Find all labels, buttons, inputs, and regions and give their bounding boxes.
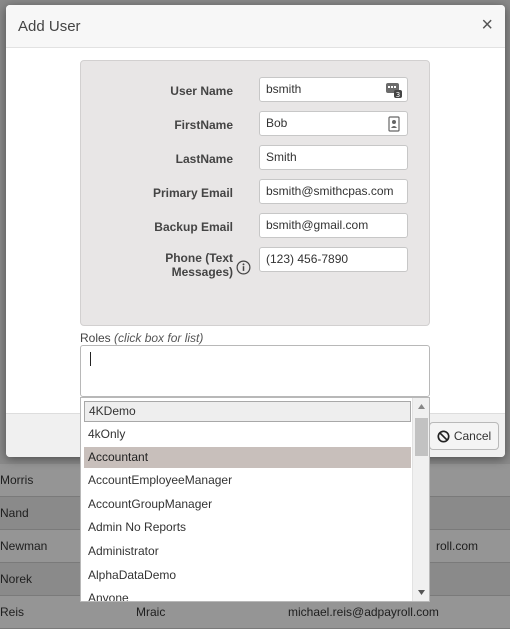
backup-email-row: Backup Email bsmith@gmail.com <box>81 213 429 239</box>
roles-hint: (click box for list) <box>114 331 204 345</box>
role-option[interactable]: Administrator <box>84 541 411 562</box>
phone-label-line2: Messages) <box>171 265 233 279</box>
last-name-value: Smith <box>266 150 297 164</box>
last-name-label: LastName <box>175 152 233 166</box>
first-name-label: FirstName <box>174 118 233 132</box>
text-caret <box>90 352 91 366</box>
phone-field[interactable]: (123) 456-7890 <box>259 247 408 272</box>
role-option[interactable]: 4KDemo <box>84 401 411 422</box>
role-option-selected[interactable]: Accountant <box>84 447 411 468</box>
phone-value: (123) 456-7890 <box>266 252 349 266</box>
cancel-icon <box>437 429 450 443</box>
dropdown-scrollbar[interactable] <box>412 398 429 601</box>
table-cell: Reis <box>0 605 25 619</box>
backup-email-field[interactable]: bsmith@gmail.com <box>259 213 408 238</box>
scroll-down-arrow-icon[interactable] <box>417 588 426 596</box>
first-name-value: Bob <box>266 116 288 130</box>
primary-email-value: bsmith@smithcpas.com <box>266 184 394 198</box>
backup-email-value: bsmith@gmail.com <box>266 218 369 232</box>
role-option[interactable]: Anyone <box>84 588 411 601</box>
table-cell: michael.reis@adpayroll.com <box>288 605 439 619</box>
primary-email-row: Primary Email bsmith@smithcpas.com <box>81 179 429 205</box>
primary-email-label: Primary Email <box>152 186 233 200</box>
close-button[interactable]: × <box>481 15 493 35</box>
phone-label-line1: Phone (Text <box>165 251 233 265</box>
role-option[interactable]: 4kOnly <box>84 424 411 445</box>
dialog-header: Add User × <box>6 5 505 48</box>
scrollbar-thumb[interactable] <box>415 418 428 456</box>
svg-text:3: 3 <box>396 91 400 98</box>
add-user-dialog: Add User × User Name bsmith 3 FirstName … <box>6 5 505 457</box>
roles-dropdown-list[interactable]: 4KDemo 4kOnly Accountant AccountEmployee… <box>80 397 430 602</box>
user-name-field[interactable]: bsmith 3 <box>259 77 408 102</box>
role-option[interactable]: AccountEmployeeManager <box>84 470 411 491</box>
table-cell: Mraic <box>136 605 166 619</box>
backup-email-label: Backup Email <box>154 220 233 234</box>
keyboard-badge-icon[interactable]: 3 <box>386 82 402 98</box>
table-cell: roll.com <box>436 539 479 553</box>
info-icon[interactable] <box>236 260 251 275</box>
roles-input[interactable] <box>80 345 430 397</box>
user-name-label: User Name <box>170 84 233 98</box>
user-form-panel: User Name bsmith 3 FirstName Bob LastNam… <box>80 60 430 326</box>
roles-label: Roles (click box for list) <box>80 331 203 345</box>
dialog-title: Add User <box>18 18 81 35</box>
first-name-field[interactable]: Bob <box>259 111 408 136</box>
role-option[interactable]: AlphaDataDemo <box>84 565 411 586</box>
user-name-value: bsmith <box>266 82 302 96</box>
role-option[interactable]: AccountGroupManager <box>84 494 411 515</box>
roles-label-text: Roles <box>80 331 111 345</box>
phone-row: Phone (Text Messages) (123) 456-7890 <box>81 247 429 283</box>
cancel-label: Cancel <box>453 429 492 443</box>
cancel-button[interactable]: Cancel <box>429 422 499 450</box>
primary-email-field[interactable]: bsmith@smithcpas.com <box>259 179 408 204</box>
scroll-up-arrow-icon[interactable] <box>417 403 426 411</box>
role-option[interactable]: Admin No Reports <box>84 517 411 538</box>
contact-card-icon[interactable] <box>386 116 402 132</box>
first-name-row: FirstName Bob <box>81 111 429 137</box>
last-name-field[interactable]: Smith <box>259 145 408 170</box>
user-name-row: User Name bsmith 3 <box>81 77 429 103</box>
phone-label: Phone (Text Messages) <box>165 251 233 279</box>
table-cell: Nand <box>0 506 29 520</box>
table-cell: Newman <box>0 539 48 553</box>
table-cell: Morris <box>0 473 34 487</box>
last-name-row: LastName Smith <box>81 145 429 171</box>
table-cell: Norek <box>0 572 33 586</box>
